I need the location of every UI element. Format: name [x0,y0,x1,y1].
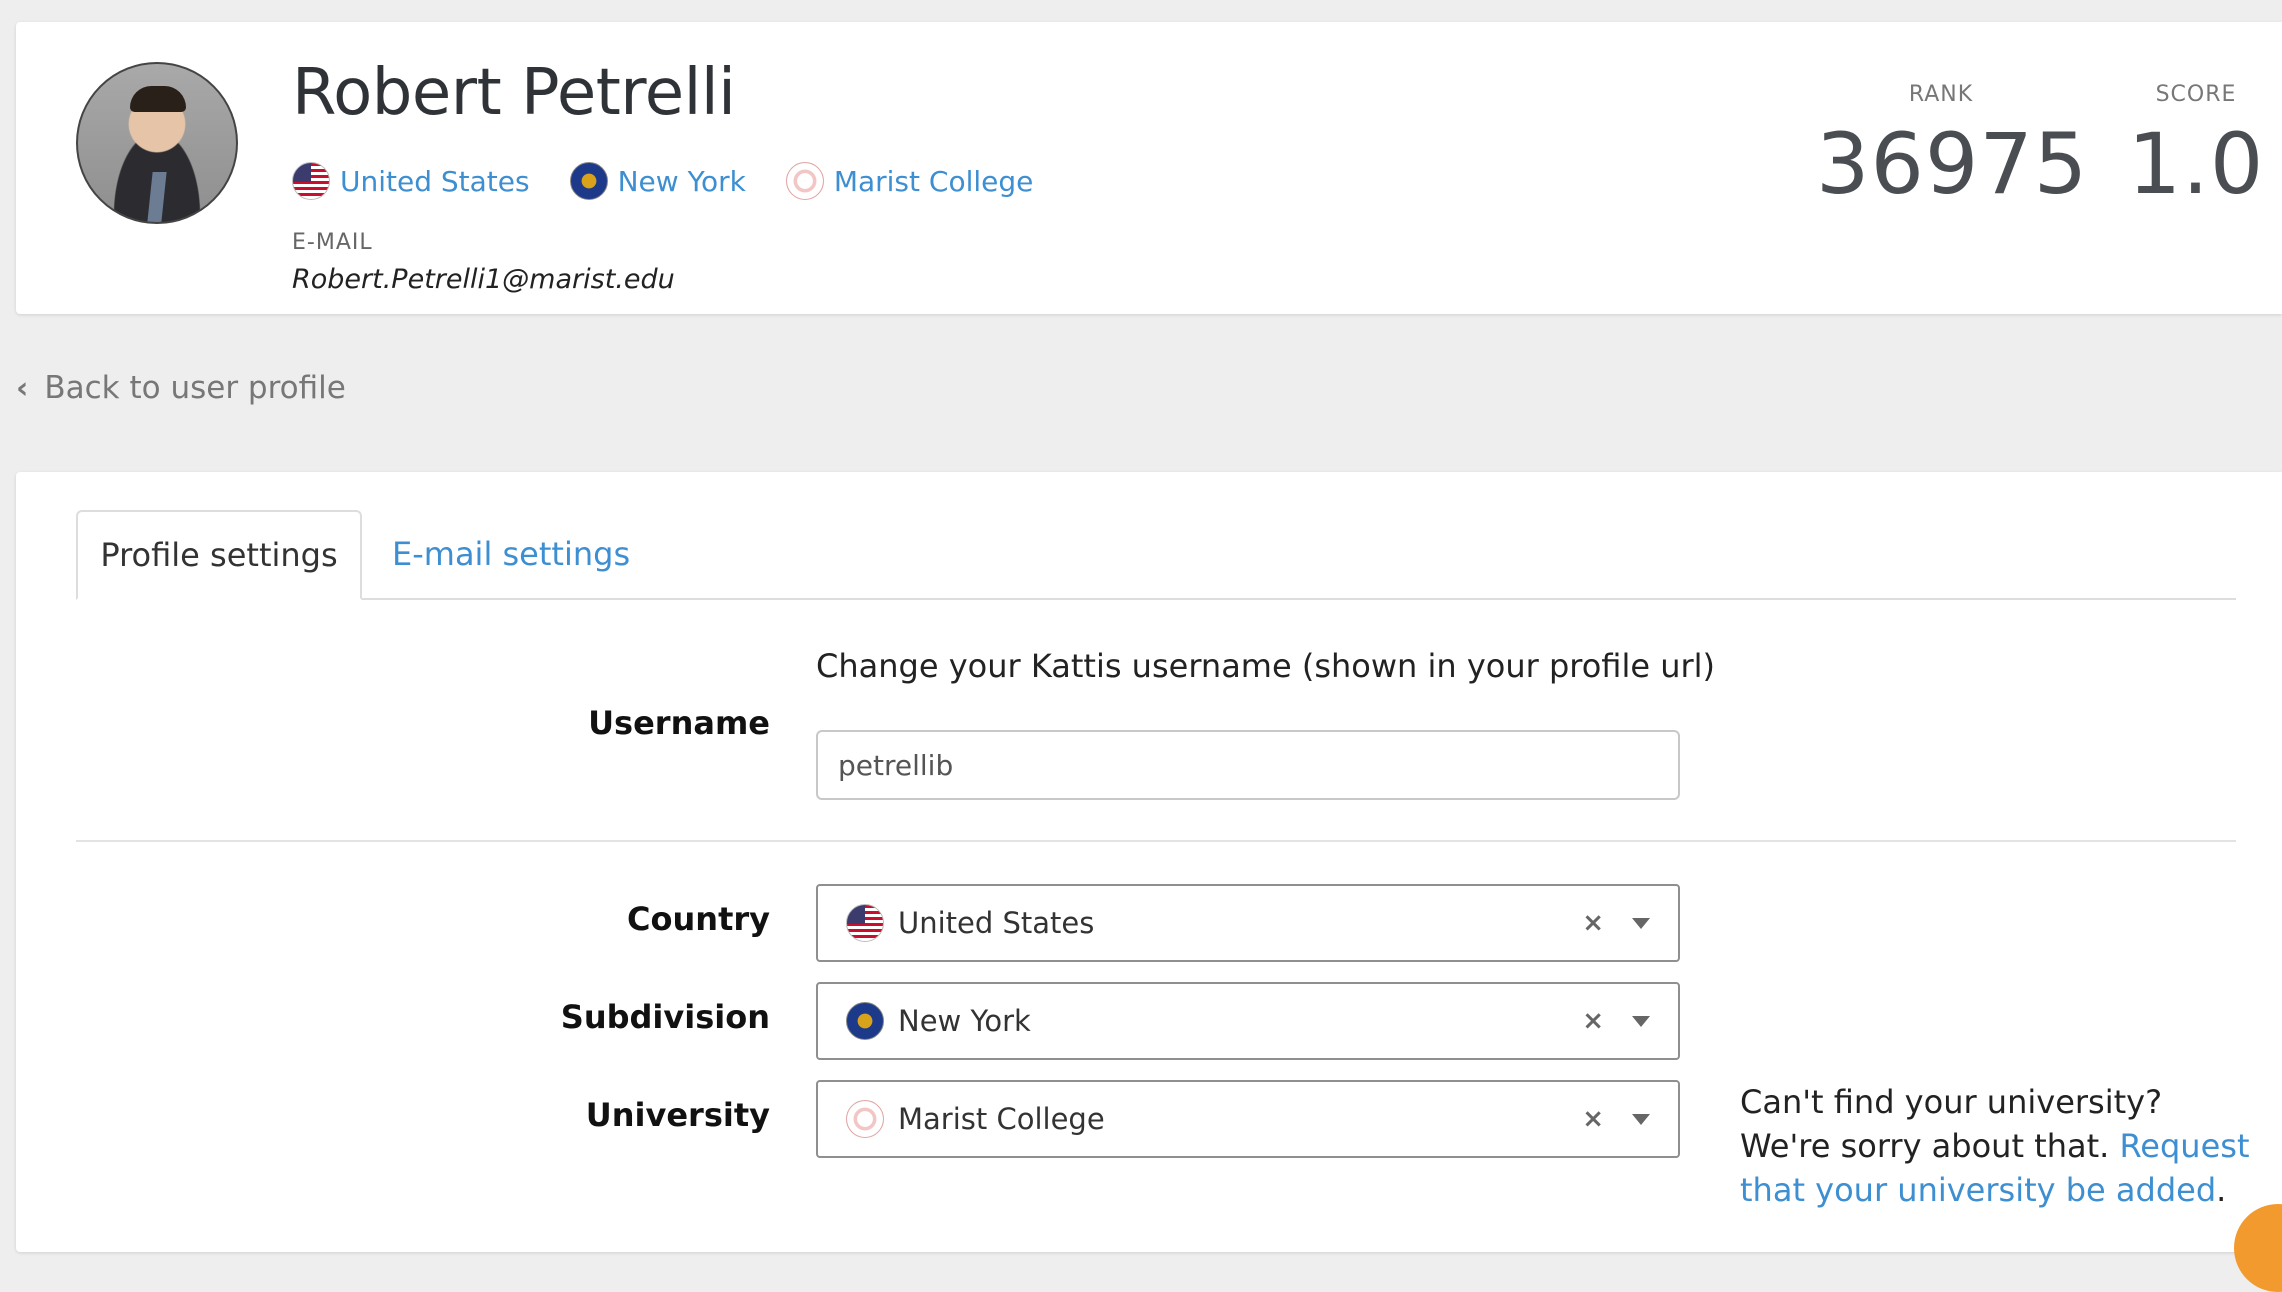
subdivision-link[interactable]: New York [618,165,746,198]
subdivision-select[interactable]: New York × [816,982,1680,1060]
rank-stat: RANK 36975 [1816,82,2089,213]
university-select-value: Marist College [898,1102,1105,1136]
new-york-seal-icon [569,162,608,200]
subdivision-select-value: New York [898,1004,1031,1038]
university-help-text: Can't find your university? We're sorry … [1740,1083,2163,1165]
back-label: Back to user profile [44,370,346,406]
form-divider [76,840,2236,842]
username-label: Username [588,704,770,742]
university-label: University [585,1096,770,1134]
subdivision-clear-icon[interactable]: × [1582,1006,1604,1036]
new-york-seal-icon [846,1002,884,1040]
username-input[interactable] [816,730,1680,800]
user-name: Robert Petrelli [292,56,736,130]
avatar [76,62,238,224]
chevron-left-icon: ‹ [16,370,29,406]
university-select[interactable]: Marist College × [816,1080,1680,1158]
country-select-value: United States [898,906,1095,940]
chevron-down-icon[interactable] [1632,1015,1650,1027]
marist-college-seal-icon [785,162,824,200]
score-stat: SCORE 1.0 [2126,82,2266,213]
marist-college-seal-icon [846,1100,884,1138]
affiliation-subdivision[interactable]: New York [569,162,746,200]
settings-card: Profile settings E-mail settings Change … [16,472,2282,1292]
country-link[interactable]: United States [340,165,530,198]
university-link[interactable]: Marist College [834,165,1034,198]
score-value: 1.0 [2127,115,2265,213]
profile-header-card: Robert Petrelli United States New York M… [16,22,2282,314]
avatar-tie [147,172,167,222]
email-label: E-MAIL [292,230,373,255]
us-flag-icon [292,162,330,200]
chevron-down-icon[interactable] [1632,1113,1650,1125]
country-label: Country [627,900,770,938]
avatar-hair [130,86,186,112]
chevron-down-icon[interactable] [1632,917,1650,929]
tab-profile-settings[interactable]: Profile settings [76,510,362,600]
tab-email-settings[interactable]: E-mail settings [392,510,630,598]
country-select[interactable]: United States × [816,884,1680,962]
email-value: Robert.Petrelli1@marist.edu [292,264,675,295]
affiliations: United States New York Marist College [292,162,1033,200]
score-label: SCORE [2155,82,2237,107]
back-to-profile-link[interactable]: ‹ Back to user profile [16,370,346,406]
university-help: Can't find your university? We're sorry … [1740,1080,2260,1212]
university-clear-icon[interactable]: × [1582,1104,1604,1134]
username-hint: Change your Kattis username (shown in yo… [816,647,1715,685]
university-help-end: . [2216,1171,2227,1209]
subdivision-label: Subdivision [560,998,770,1036]
settings-tabs: Profile settings E-mail settings [76,510,2236,600]
rank-value: 36975 [1816,115,2089,213]
affiliation-university[interactable]: Marist College [785,162,1034,200]
us-flag-icon [846,904,884,942]
rank-label: RANK [1908,82,1974,107]
country-clear-icon[interactable]: × [1582,908,1604,938]
affiliation-country[interactable]: United States [292,162,530,200]
help-widget-button[interactable] [2234,1204,2282,1292]
